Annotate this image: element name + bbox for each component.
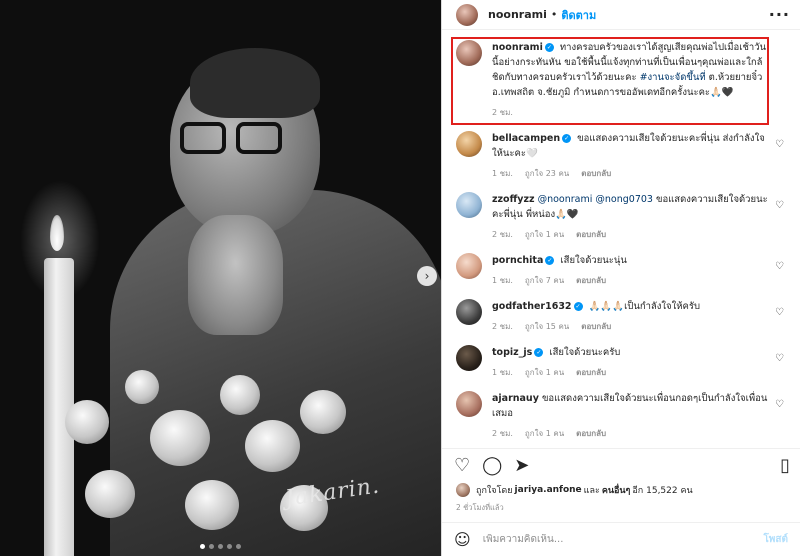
flower-bouquet	[55, 370, 385, 556]
like-comment-heart-icon[interactable]: ♡	[775, 307, 784, 318]
comment-likes[interactable]: ถูกใจ 15 คน	[525, 320, 569, 333]
caption-time[interactable]: 2 ชม.	[492, 106, 513, 119]
comment-time[interactable]: 2 ชม.	[492, 228, 513, 241]
comment-time[interactable]: 1 ชม.	[492, 366, 513, 379]
person-hands	[188, 215, 283, 335]
post-header: noonrami • ติดตาม ···	[442, 0, 800, 30]
reply-button[interactable]: ตอบกลับ	[576, 366, 606, 379]
avatar[interactable]	[456, 192, 482, 218]
post-comment-button[interactable]: โพสต์	[763, 532, 788, 547]
comment-time[interactable]: 1 ชม.	[492, 274, 513, 287]
avatar[interactable]	[456, 3, 478, 26]
comments-list[interactable]: noonrami ✓ ทางครอบครัวของเราได้สูญเสียคุณ…	[442, 30, 800, 448]
comment-username[interactable]: topiz_js	[492, 347, 532, 358]
likes-others-link[interactable]: คนอื่นๆ	[602, 483, 631, 497]
comment-username[interactable]: godfather1632	[492, 301, 572, 312]
comment-likes[interactable]: ถูกใจ 1 คน	[525, 228, 564, 241]
carousel-dot	[236, 544, 241, 549]
likes-first-user[interactable]: jariya.anfone	[515, 485, 582, 495]
carousel-dots	[200, 544, 241, 549]
comment-text: เสียใจด้วยนะครับ	[549, 347, 621, 358]
comment-item: topiz_js ✓ เสียใจด้วยนะครับ 1 ชม. ถูกใจ 1 …	[456, 345, 786, 379]
comment-item: bellacampen ✓ ขอแสดงความเสียใจด้วยนะคะพี่…	[456, 131, 786, 180]
avatar[interactable]	[456, 345, 482, 371]
avatar[interactable]	[456, 299, 482, 325]
reply-button[interactable]: ตอบกลับ	[576, 228, 606, 241]
comment-item: pornchita ✓ เสียใจด้วยนะนุ่น 1 ชม. ถูกใจ 7…	[456, 253, 786, 287]
chevron-right-icon: ›	[424, 269, 430, 283]
avatar[interactable]	[456, 483, 470, 497]
likes-count[interactable]: อีก 15,522 คน	[632, 483, 692, 497]
comment-item: zzoffyzz @noonrami @nong0703 ขอแสดงความเ…	[456, 192, 786, 241]
avatar[interactable]	[456, 391, 482, 417]
post-photo[interactable]: Jakarin. ›	[0, 0, 441, 556]
comment-time[interactable]: 2 ชม.	[492, 427, 513, 440]
comment-username[interactable]: ajarnauy	[492, 393, 539, 404]
carousel-dot	[209, 544, 214, 549]
likes-middle: และ	[583, 486, 600, 496]
comment-time[interactable]: 2 ชม.	[492, 320, 513, 333]
carousel-next-button[interactable]: ›	[417, 266, 437, 286]
likes-prefix: ถูกใจโดย	[476, 486, 513, 496]
verified-badge-icon: ✓	[562, 134, 572, 143]
comment-username[interactable]: zzoffyzz	[492, 194, 535, 205]
like-comment-heart-icon[interactable]: ♡	[775, 353, 784, 364]
carousel-dot	[200, 544, 205, 549]
comment-text: เสียใจด้วยนะนุ่น	[560, 255, 627, 266]
carousel-dot	[227, 544, 232, 549]
caption-hashtag[interactable]: #งานจะจัดขึ้นที่	[640, 72, 706, 83]
heart-icon[interactable]: ♡	[454, 455, 470, 476]
carousel-dot	[218, 544, 223, 549]
comment-text: 🙏🏻🙏🏻🙏🏻เป็นกำลังใจให้ครับ	[588, 301, 700, 312]
caption: noonrami ✓ ทางครอบครัวของเราได้สูญเสียคุณ…	[456, 40, 786, 119]
header-username[interactable]: noonrami	[488, 8, 547, 21]
comment-username[interactable]: pornchita	[492, 255, 543, 266]
reply-button[interactable]: ตอบกลับ	[581, 167, 611, 180]
comment-likes[interactable]: ถูกใจ 23 คน	[525, 167, 569, 180]
candle-flame	[50, 215, 64, 251]
reply-button[interactable]: ตอบกลับ	[576, 274, 606, 287]
comment-composer: ☺ โพสต์	[442, 522, 800, 556]
follow-button[interactable]: ติดตาม	[561, 6, 596, 24]
comment-likes[interactable]: ถูกใจ 7 คน	[525, 274, 564, 287]
comment-mentions[interactable]: @noonrami @nong0703	[538, 194, 653, 205]
header-separator: •	[550, 8, 558, 21]
comment-username[interactable]: bellacampen	[492, 133, 560, 144]
comment-item: ajarnauy ขอแสดงความเสียใจด้วยนะเพื่อนกอด…	[456, 391, 786, 440]
post-side-panel: noonrami • ติดตาม ··· noonrami ✓ ทางครอบค…	[441, 0, 800, 556]
comment-item: godfather1632 ✓ 🙏🏻🙏🏻🙏🏻เป็นกำลังใจให้ครับ …	[456, 299, 786, 333]
send-icon[interactable]: ➤	[514, 455, 529, 476]
person-hair	[190, 48, 320, 118]
comment-likes[interactable]: ถูกใจ 1 คน	[525, 366, 564, 379]
comment-input[interactable]	[482, 534, 764, 545]
like-comment-heart-icon[interactable]: ♡	[775, 200, 784, 211]
like-comment-heart-icon[interactable]: ♡	[775, 399, 784, 410]
verified-badge-icon: ✓	[545, 256, 555, 265]
comment-time[interactable]: 1 ชม.	[492, 167, 513, 180]
avatar[interactable]	[456, 253, 482, 279]
comment-icon[interactable]: ◯	[482, 455, 502, 476]
avatar[interactable]	[456, 131, 482, 157]
likes-summary: ถูกใจโดย jariya.anfone และ คนอื่นๆ อีก 1…	[442, 482, 800, 498]
reply-button[interactable]: ตอบกลับ	[576, 427, 606, 440]
post-actions-bar: ♡ ◯ ➤ ▯	[442, 448, 800, 482]
reply-button[interactable]: ตอบกลับ	[581, 320, 611, 333]
verified-badge-icon: ✓	[544, 43, 554, 52]
instagram-post-view: Jakarin. › noonrami • ติดตาม ··· noonram…	[0, 0, 800, 556]
verified-badge-icon: ✓	[534, 348, 544, 357]
bookmark-icon[interactable]: ▯	[780, 455, 790, 476]
verified-badge-icon: ✓	[573, 302, 583, 311]
posted-time[interactable]: 2 ชั่วโมงที่แล้ว	[442, 498, 800, 522]
more-options-icon[interactable]: ···	[769, 5, 790, 24]
like-comment-heart-icon[interactable]: ♡	[775, 261, 784, 272]
emoji-icon[interactable]: ☺	[454, 530, 471, 549]
comment-likes[interactable]: ถูกใจ 1 คน	[525, 427, 564, 440]
avatar[interactable]	[456, 40, 482, 66]
person-glasses	[180, 122, 290, 156]
like-comment-heart-icon[interactable]: ♡	[775, 139, 784, 150]
caption-username[interactable]: noonrami	[492, 42, 543, 53]
